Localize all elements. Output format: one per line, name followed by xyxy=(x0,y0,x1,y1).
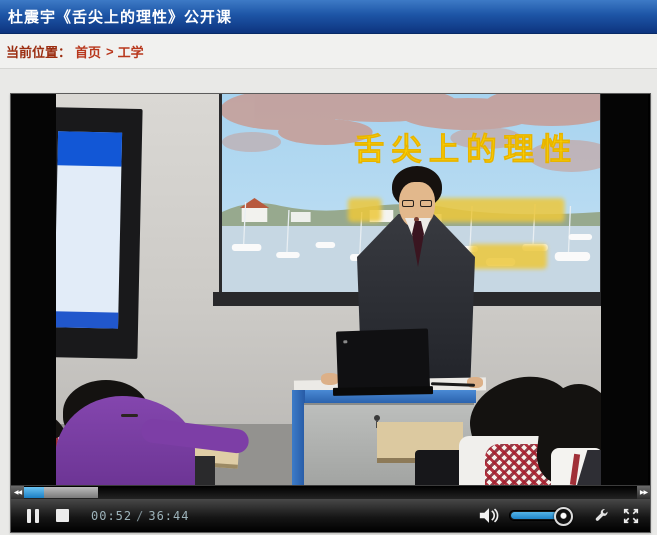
fullscreen-button[interactable] xyxy=(622,507,640,525)
rewind-icon: ◀◀ xyxy=(14,490,21,496)
volume-slider[interactable] xyxy=(509,510,567,521)
volume-knob[interactable] xyxy=(554,507,573,526)
progress-fill xyxy=(24,487,44,498)
laptop-screen xyxy=(336,328,430,391)
current-time: 00:52 xyxy=(91,509,132,523)
student-chair-right xyxy=(415,450,465,485)
time-separator: / xyxy=(136,509,144,523)
page-title: 杜震宇《舌尖上的理性》公开课 xyxy=(8,6,232,27)
seek-track[interactable] xyxy=(24,486,637,499)
breadcrumb: 当前位置： 首页 > 工学 xyxy=(0,34,657,69)
tv-screen xyxy=(54,131,122,328)
tv-screen-header xyxy=(57,131,122,166)
student-purple-glasses xyxy=(121,414,138,417)
video-frame[interactable]: 舌尖上的理性 xyxy=(11,94,648,485)
fast-forward-button[interactable]: ▶▶ xyxy=(637,486,650,499)
lecturer-glasses xyxy=(402,200,432,207)
volume-button[interactable] xyxy=(478,507,500,524)
tv-screen-footer xyxy=(54,311,118,328)
fast-forward-icon: ▶▶ xyxy=(640,490,647,496)
wrench-icon xyxy=(593,507,610,524)
duration: 36:44 xyxy=(148,509,189,523)
lecturer-left-hand xyxy=(321,373,339,385)
page-title-bar: 杜震宇《舌尖上的理性》公开课 xyxy=(0,0,657,34)
video-player: 舌尖上的理性 xyxy=(10,93,651,533)
podium-keyhole xyxy=(374,415,380,421)
laptop-logo xyxy=(343,340,347,343)
breadcrumb-category-link[interactable]: 工学 xyxy=(118,42,144,61)
player-control-bar: 00:52 / 36:44 xyxy=(11,499,650,532)
breadcrumb-home-link[interactable]: 首页 xyxy=(75,42,101,61)
tv-monitor xyxy=(41,107,142,359)
volume-icon xyxy=(478,507,500,524)
fullscreen-icon xyxy=(622,507,640,525)
letterbox-left xyxy=(11,94,56,485)
stop-button[interactable] xyxy=(56,509,69,522)
settings-button[interactable] xyxy=(593,507,610,524)
breadcrumb-label: 当前位置： xyxy=(6,42,71,61)
seek-bar: ◀◀ ▶▶ xyxy=(11,485,650,499)
pause-button[interactable] xyxy=(27,509,39,523)
time-display: 00:52 / 36:44 xyxy=(91,509,189,523)
rewind-button[interactable]: ◀◀ xyxy=(11,486,24,499)
slide-title: 舌尖上的理性 xyxy=(354,132,578,167)
breadcrumb-separator: > xyxy=(106,44,114,59)
letterbox-right xyxy=(601,94,648,485)
